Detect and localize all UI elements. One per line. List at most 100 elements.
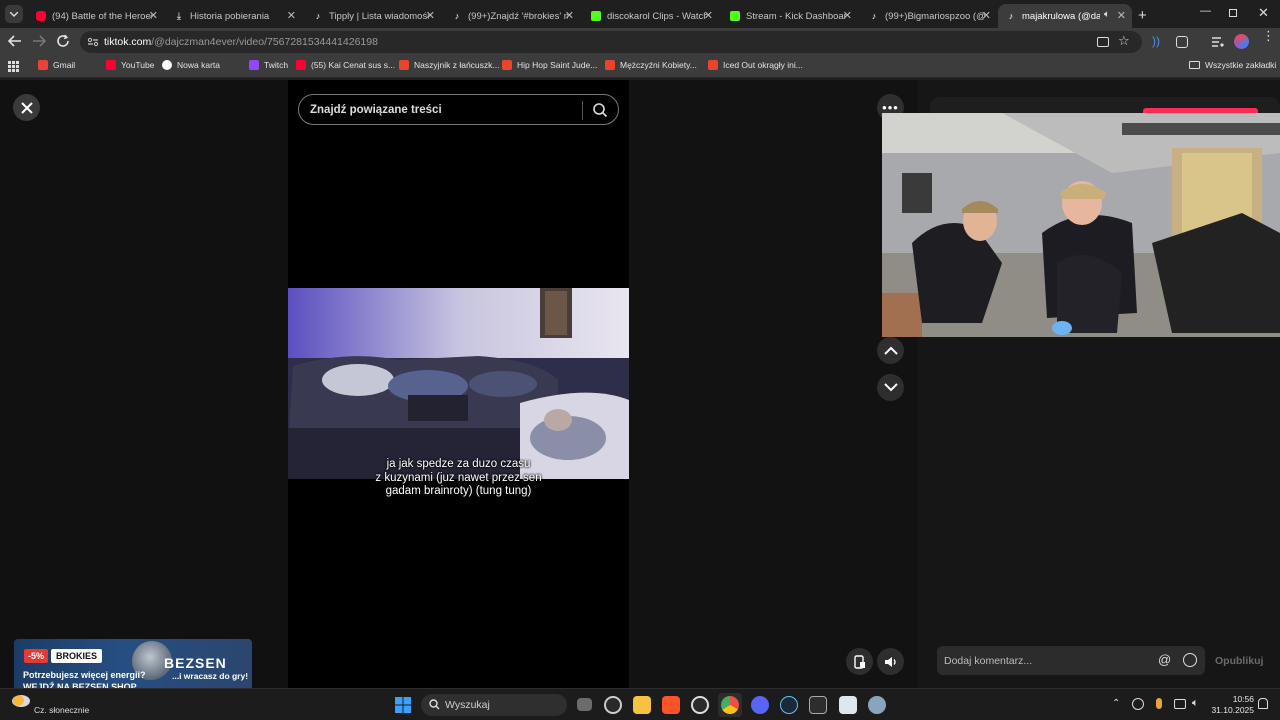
caption-line: z kuzynami (juz nawet przez sen <box>375 471 542 484</box>
tab-4[interactable]: ♪ (99+)Znajdź '#brokies' na ✕ <box>444 4 580 28</box>
bookmark-item[interactable]: Iced Out okrągły ini... <box>708 60 803 70</box>
tab-title: discokarol Clips - Watch <box>607 10 707 22</box>
steam-icon[interactable] <box>780 696 798 714</box>
notification-bell-icon[interactable] <box>1258 698 1268 709</box>
all-bookmarks[interactable]: Wszystkie zakładki <box>1189 60 1276 70</box>
close-tab-icon[interactable]: ✕ <box>149 9 158 22</box>
profile-avatar[interactable] <box>1234 34 1249 49</box>
apps-grid-icon[interactable] <box>8 61 19 74</box>
discord-icon[interactable] <box>751 696 769 714</box>
reload-icon[interactable] <box>56 34 70 53</box>
left-backdrop[interactable] <box>0 80 288 688</box>
tab-list-dropdown-icon[interactable] <box>5 5 23 23</box>
close-tab-icon[interactable]: ✕ <box>982 9 991 22</box>
network-icon[interactable] <box>1174 699 1186 709</box>
close-video-button[interactable] <box>13 94 40 121</box>
brave-icon[interactable] <box>662 696 680 714</box>
settings-icon[interactable] <box>868 696 886 714</box>
extension-audio-icon[interactable]: )) <box>1152 34 1160 48</box>
bookmark-item[interactable]: Naszyjnik z łańcuszk... <box>399 60 500 70</box>
file-explorer-icon[interactable] <box>633 696 651 714</box>
bookmark-item[interactable]: (55) Kai Cenat sus s... <box>296 60 395 70</box>
clock[interactable]: 10:56 31.10.2025 <box>1210 694 1254 716</box>
forward-icon[interactable] <box>32 34 47 53</box>
close-tab-icon[interactable]: ✕ <box>1117 9 1126 22</box>
previous-video-button[interactable] <box>877 337 904 364</box>
microphone-icon[interactable] <box>1156 698 1162 709</box>
profile-header-partial <box>930 97 1280 113</box>
ad-line1: Potrzebujesz więcej energii? <box>23 670 146 680</box>
notepad-icon[interactable] <box>839 696 857 714</box>
browser-menu-icon[interactable]: ⋮ <box>1262 29 1275 42</box>
weather-text[interactable]: Cz. słonecznie <box>34 705 89 715</box>
minimize-icon[interactable]: — <box>1200 5 1211 17</box>
media-controls-icon[interactable] <box>1211 35 1224 53</box>
kick-icon <box>730 11 740 21</box>
windows-start-icon[interactable] <box>395 697 411 718</box>
video-frame[interactable] <box>288 288 629 479</box>
tab-1[interactable]: (94) Battle of the Heroes ✕ <box>28 4 164 28</box>
taskbar-search[interactable]: Wyszukaj <box>421 694 567 716</box>
tab-7[interactable]: ♪ (99+)Bigmariospzoo (@b ✕ <box>861 4 997 28</box>
sync-icon[interactable] <box>1132 698 1144 710</box>
tab-5[interactable]: discokarol Clips - Watch ✕ <box>583 4 719 28</box>
bookmark-star-icon[interactable]: ☆ <box>1118 33 1130 49</box>
tab-audio-icon[interactable]: 🔈︎ <box>1104 9 1110 20</box>
tiktok-icon: ♪ <box>1008 11 1014 21</box>
volume-button[interactable] <box>877 648 904 675</box>
phone-icon <box>853 654 865 669</box>
video-caption: ja jak spedze za duzo czasu z kuzynami (… <box>288 458 629 499</box>
tab-6[interactable]: Stream - Kick Dashboard ✕ <box>722 4 858 28</box>
tray-chevron-icon[interactable]: ⌃ <box>1112 698 1120 709</box>
bookmark-label: Twitch <box>264 60 289 70</box>
bookmark-item[interactable]: Hip Hop Saint Jude... <box>502 60 597 70</box>
close-tab-icon[interactable]: ✕ <box>704 9 713 22</box>
task-view-icon[interactable] <box>577 698 592 711</box>
close-window-icon[interactable]: ✕ <box>1258 5 1269 21</box>
related-search-input[interactable]: Znajdź powiązane treści <box>298 94 619 125</box>
bookmark-item[interactable]: Twitch <box>249 60 288 70</box>
obs-icon[interactable] <box>604 696 622 714</box>
tab-8[interactable]: ♪ majakrulowa (@dajcz 🔈︎ ✕ <box>998 4 1132 28</box>
app-c-icon[interactable] <box>691 696 709 714</box>
bookmark-item[interactable]: Mężczyźni Kobiety... <box>605 60 697 70</box>
site-info-icon[interactable] <box>87 36 99 51</box>
speaker-icon[interactable]: 🔈︎ <box>1192 697 1199 710</box>
close-tab-icon[interactable]: ✕ <box>843 9 852 22</box>
tab-strip: (94) Battle of the Heroes ✕ ⤓ Historia pobi… <box>0 0 1280 28</box>
bookmark-item[interactable]: Nowa karta <box>162 60 220 70</box>
emoji-icon[interactable] <box>1183 653 1197 667</box>
search-placeholder: Znajdź powiązane treści <box>310 103 442 116</box>
address-path: /@dajczman4ever/video/756728153444142619… <box>151 36 378 48</box>
bookmark-favicon-icon <box>708 60 718 70</box>
tab-title: majakrulowa (@dajcz <box>1022 10 1100 22</box>
bookmark-item[interactable]: Gmail <box>38 60 75 70</box>
stream-overlay[interactable] <box>882 113 1280 337</box>
terminal-icon[interactable] <box>809 696 827 714</box>
ad-logo: BEZSEN <box>164 655 227 671</box>
active-app-indicator <box>718 693 742 717</box>
close-icon <box>20 101 33 114</box>
close-tab-icon[interactable]: ✕ <box>565 9 574 22</box>
download-icon: ⤓ <box>176 10 182 22</box>
bookmark-item[interactable]: YouTube <box>106 60 154 70</box>
search-divider <box>582 101 583 120</box>
mention-icon[interactable]: @ <box>1158 652 1171 667</box>
install-app-icon[interactable] <box>1097 37 1109 47</box>
tab-title: Historia pobierania <box>190 10 270 22</box>
miniplayer-button[interactable] <box>846 648 873 675</box>
bookmark-label: Naszyjnik z łańcuszk... <box>414 60 500 70</box>
back-icon[interactable] <box>7 34 22 53</box>
search-icon[interactable] <box>592 102 608 121</box>
tab-2[interactable]: ⤓ Historia pobierania ✕ <box>166 4 302 28</box>
tab-3[interactable]: ♪ Tipply | Lista wiadomości ✕ <box>305 4 441 28</box>
publish-button[interactable]: Opublikuj <box>1215 655 1263 667</box>
close-tab-icon[interactable]: ✕ <box>426 9 435 22</box>
next-video-button[interactable] <box>877 374 904 401</box>
address-bar[interactable]: tiktok.com/@dajczman4ever/video/75672815… <box>80 31 1142 53</box>
new-tab-icon[interactable]: + <box>1138 7 1147 24</box>
restore-icon[interactable] <box>1229 9 1237 17</box>
close-tab-icon[interactable]: ✕ <box>287 9 296 22</box>
comment-input[interactable]: Dodaj komentarz... @ <box>937 646 1205 675</box>
extensions-icon[interactable] <box>1176 36 1188 48</box>
